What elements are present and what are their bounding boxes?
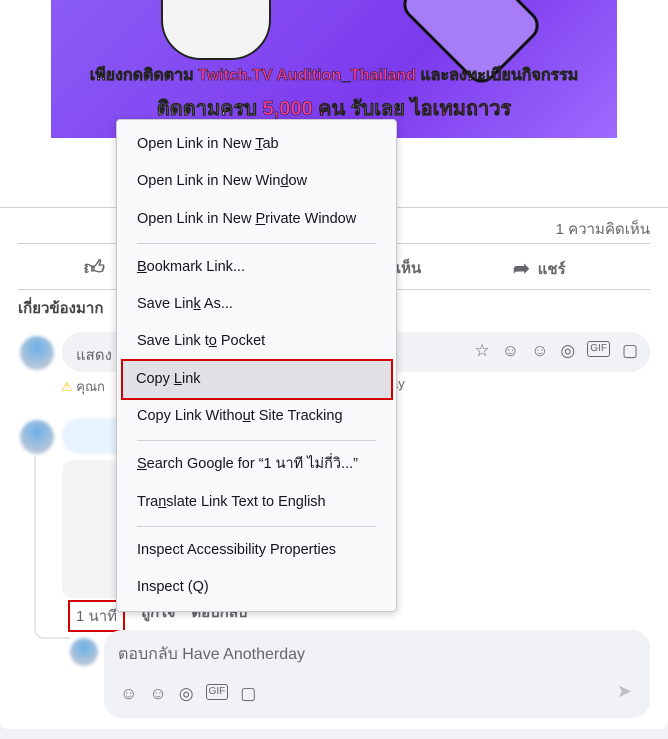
reply-tools: ☺ ☺ ◎ GIF ▢ (120, 684, 256, 704)
send-icon[interactable]: ➤ (617, 681, 632, 702)
avatar (20, 336, 54, 370)
share-icon: ➦ (513, 258, 530, 280)
context-menu: Open Link in New Tab Open Link in New Wi… (116, 119, 397, 612)
banner-line-1: เพียงกดติดตาม Twitch.TV Audition_Thailan… (89, 67, 579, 85)
menu-translate-link[interactable]: Translate Link Text to English (117, 484, 396, 521)
menu-inspect[interactable]: Inspect (Q) (117, 569, 396, 606)
post-banner-image[interactable]: เพียงกดติดตาม Twitch.TV Audition_Thailan… (51, 0, 617, 138)
avatar-emoji-icon[interactable]: ☺ (502, 341, 519, 361)
menu-search-google[interactable]: Search Google for “1 นาที ไม่กี่วิ...” (117, 446, 396, 483)
comment-sort-dropdown[interactable]: เกี่ยวข้องมาก (18, 296, 103, 320)
menu-separator (137, 525, 376, 527)
menu-bookmark-link[interactable]: Bookmark Link... (117, 249, 396, 286)
menu-save-link-as[interactable]: Save Link As... (117, 286, 396, 323)
banner-character (161, 0, 271, 60)
menu-separator (137, 440, 376, 442)
commenter-avatar[interactable] (20, 420, 54, 454)
avatar (70, 638, 98, 666)
share-button[interactable]: ➦ แชร์ (513, 256, 566, 281)
gif-icon[interactable]: GIF (587, 341, 610, 357)
menu-open-private-window[interactable]: Open Link in New Private Window (117, 201, 396, 238)
warning-notice: ⚠ คุณก ay (61, 376, 405, 394)
menu-inspect-accessibility[interactable]: Inspect Accessibility Properties (117, 532, 396, 569)
camera-icon[interactable]: ◎ (560, 341, 575, 361)
comment-count[interactable]: 1 ความคิดเห็น (556, 217, 650, 241)
menu-copy-link-without-tracking[interactable]: Copy Link Without Site Tracking (117, 398, 396, 435)
camera-icon[interactable]: ◎ (179, 684, 194, 704)
menu-separator (137, 242, 376, 244)
comment-tools: ☆ ☺ ☺ ◎ GIF ▢ (474, 341, 638, 361)
avatar-sticker-icon[interactable]: ☆ (474, 341, 489, 361)
emoji-icon[interactable]: ☺ (531, 341, 548, 361)
comment-button[interactable]: เห็น (396, 256, 421, 280)
sticker-icon[interactable]: ▢ (622, 341, 638, 361)
emoji-icon[interactable]: ☺ (149, 684, 166, 704)
reply-input[interactable]: ตอบกลับ Have Anotherday ☺ ☺ ◎ GIF ▢ ➤ (104, 630, 650, 718)
menu-save-to-pocket[interactable]: Save Link to Pocket (117, 323, 396, 360)
warning-icon: ⚠ (61, 379, 73, 394)
menu-copy-link[interactable]: Copy Link (121, 358, 393, 401)
like-button[interactable]: 👍︎ (84, 256, 105, 280)
sticker-icon[interactable]: ▢ (240, 684, 256, 704)
gif-icon[interactable]: GIF (205, 684, 229, 700)
avatar-emoji-icon[interactable]: ☺ (120, 684, 137, 704)
thumbs-up-icon: 👍︎ (84, 257, 105, 279)
menu-open-new-tab[interactable]: Open Link in New Tab (117, 126, 396, 163)
menu-open-new-window[interactable]: Open Link in New Window (117, 163, 396, 200)
